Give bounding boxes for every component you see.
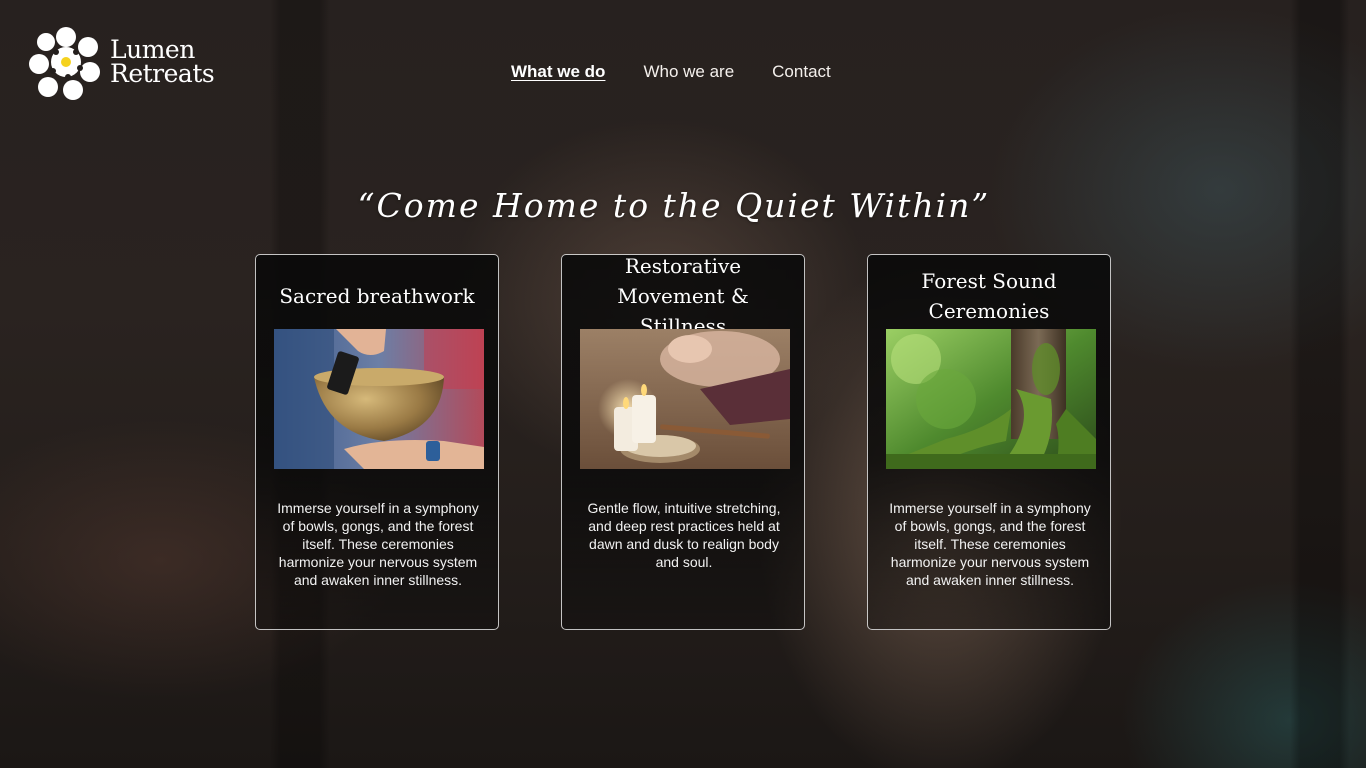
forest-tree-roots-photo	[886, 329, 1096, 469]
service-card-breathwork[interactable]: Sacred breathwork Immerse yourself in a …	[255, 254, 499, 630]
hero-tagline: “Come Home to the Quiet Within”	[357, 186, 991, 225]
card-description: Gentle flow, intuitive stretching, and d…	[587, 500, 781, 570]
candles-meditation-photo	[580, 329, 790, 469]
brand-name-line2: Retreats	[110, 59, 215, 88]
nav-link-contact[interactable]: Contact	[772, 62, 831, 82]
brand-logo[interactable]: Lumen Retreats	[28, 24, 215, 100]
singing-bowl-photo	[274, 329, 484, 469]
service-card-movement[interactable]: Restorative Movement & Stillness Gentle …	[561, 254, 805, 630]
card-description: Immerse yourself in a symphony of bowls,…	[277, 500, 479, 588]
nav-link-what-we-do[interactable]: What we do	[511, 62, 605, 82]
card-title: Restorative Movement & Stillness	[617, 254, 749, 338]
main-nav: What we do Who we are Contact	[511, 62, 831, 82]
flower-logo-icon	[29, 27, 100, 100]
card-description: Immerse yourself in a symphony of bowls,…	[889, 500, 1091, 588]
card-title: Forest Sound Ceremonies	[921, 269, 1057, 323]
service-card-forest-sound[interactable]: Forest Sound Ceremonies Immerse yourself…	[867, 254, 1111, 630]
nav-link-who-we-are[interactable]: Who we are	[643, 62, 734, 82]
card-title: Sacred breathwork	[279, 284, 475, 308]
